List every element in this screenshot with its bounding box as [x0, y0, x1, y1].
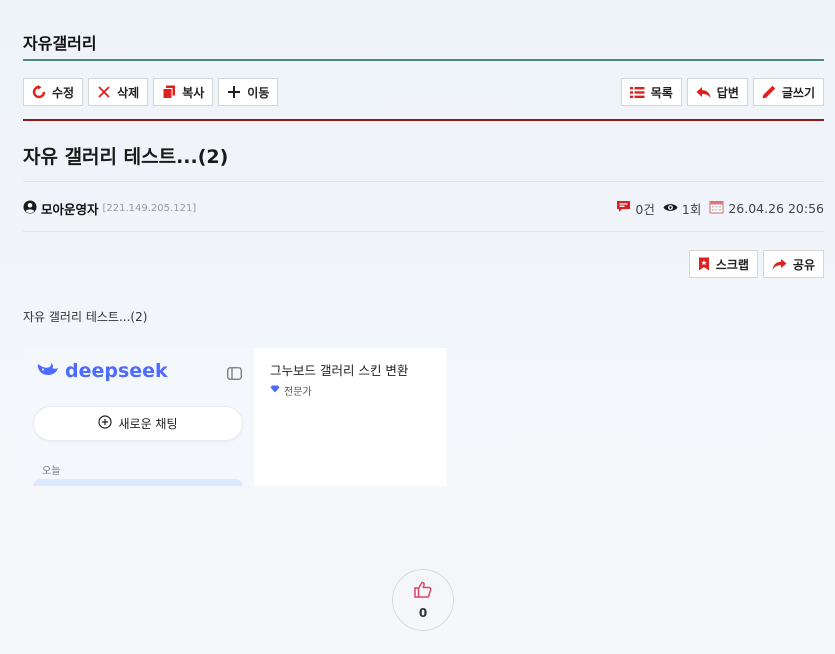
write-button[interactable]: 글쓰기: [752, 78, 824, 106]
thumbs-up-icon: [414, 581, 432, 602]
copy-icon: [162, 85, 176, 99]
new-chat-label: 새로운 채팅: [118, 417, 178, 431]
toolbar-right: 목록 답변 글쓰기: [620, 78, 824, 106]
author-ip: [221.149.205.121]: [102, 202, 197, 214]
delete-label: 삭제: [117, 85, 140, 100]
write-label: 글쓰기: [781, 85, 815, 100]
today-label: 오늘: [42, 466, 61, 477]
meta-separator: [23, 231, 824, 232]
header-divider: [23, 119, 824, 121]
share-button[interactable]: 공유: [762, 250, 824, 278]
move-icon: [227, 85, 241, 99]
share-icon: [772, 258, 787, 271]
list-icon: [629, 86, 645, 99]
new-chat-button: 새로운 채팅: [33, 406, 243, 441]
plus-circle-icon: [98, 415, 113, 432]
card-subtitle-text: 전문가: [284, 387, 312, 398]
post-date: 26.04.26 20:56: [709, 199, 824, 217]
reply-label: 답변: [716, 85, 739, 100]
edit-button[interactable]: 수정: [23, 78, 84, 106]
bookmark-icon: [698, 257, 710, 271]
pencil-icon: [762, 85, 776, 99]
refresh-icon: [32, 85, 46, 99]
user-icon: [23, 200, 37, 217]
deepseek-sidebar: deepseek 새로운 채팅 오늘: [24, 348, 254, 486]
post-date-text: 26.04.26 20:56: [728, 200, 824, 216]
post-meta: 모아운영자 [221.149.205.121] 0건 1회 26.04.26 2…: [23, 199, 824, 217]
close-icon: [97, 85, 111, 99]
card-subtitle: 전문가: [270, 383, 431, 398]
eye-icon: [663, 201, 678, 216]
reply-icon: [696, 86, 711, 99]
scrap-label: 스크랩: [715, 257, 749, 272]
calendar-icon: [709, 199, 724, 217]
author-name[interactable]: 모아운영자: [41, 199, 99, 218]
board-title: 자유갤러리: [23, 34, 97, 53]
list-button[interactable]: 목록: [620, 78, 682, 106]
post-title: 자유 갤러리 테스트...(2): [23, 146, 229, 168]
like-button[interactable]: 0: [392, 569, 454, 631]
view-count-text: 1회: [681, 201, 702, 217]
like-count: 0: [418, 605, 428, 620]
move-label: 이동: [247, 85, 270, 100]
reply-button[interactable]: 답변: [686, 78, 748, 106]
post-body-text: 자유 갤러리 테스트...(2): [23, 310, 148, 324]
copy-button[interactable]: 복사: [153, 78, 214, 106]
deepseek-logo-text: deepseek: [65, 360, 168, 382]
whale-icon: [36, 360, 60, 382]
post-stats: 0건 1회 26.04.26 20:56: [616, 199, 824, 218]
card-title: 그누보드 갤러리 스킨 변환: [270, 363, 409, 378]
title-separator: [23, 181, 824, 182]
comment-icon: [616, 200, 631, 216]
title-divider: [23, 59, 824, 61]
author-info: 모아운영자 [221.149.205.121]: [23, 199, 196, 218]
post-actions: 스크랩 공유: [688, 250, 824, 278]
chat-highlight: [33, 479, 243, 486]
comment-count-text: 0건: [635, 201, 655, 217]
toolbar-left: 수정 삭제 복사 이동: [23, 78, 279, 106]
copy-label: 복사: [182, 85, 205, 100]
share-label: 공유: [792, 257, 815, 272]
sidebar-toggle-icon: [227, 365, 242, 384]
diamond-icon: [270, 385, 280, 396]
edit-label: 수정: [52, 85, 75, 100]
list-label: 목록: [650, 85, 673, 100]
view-count: 1회: [663, 199, 701, 218]
deepseek-logo: deepseek: [36, 360, 168, 382]
chat-card: 그누보드 갤러리 스킨 변환 전문가: [254, 348, 447, 486]
post-image: deepseek 새로운 채팅 오늘 그누보드 갤러리 스킨 변환 전문가: [24, 348, 447, 486]
comment-count: 0건: [616, 199, 655, 218]
move-button[interactable]: 이동: [218, 78, 279, 106]
scrap-button[interactable]: 스크랩: [688, 250, 758, 278]
delete-button[interactable]: 삭제: [88, 78, 149, 106]
